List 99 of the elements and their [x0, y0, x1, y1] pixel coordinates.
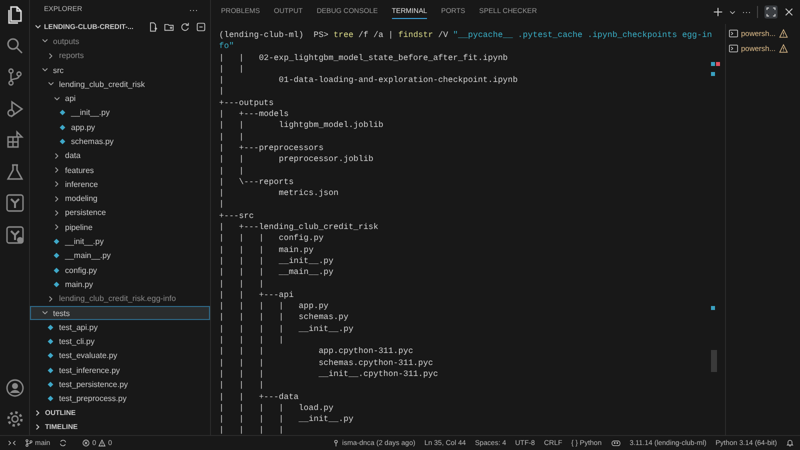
terminal-output-line: | | | | __init__.py [219, 324, 354, 334]
terminal-output-line: | | | app.cpython-311.pyc [219, 347, 414, 356]
terminal-icon [729, 44, 738, 53]
command-text: tree [334, 31, 354, 40]
terminal-output-line: | | +---api [219, 290, 294, 300]
folder-item[interactable]: lending_club_credit_risk [30, 77, 210, 92]
chevron-icon[interactable] [34, 409, 42, 417]
terminal-output-line: | | | main.py [219, 246, 314, 255]
plus-icon[interactable] [713, 7, 723, 17]
flask-icon[interactable] [4, 162, 24, 182]
terminal-icon [729, 29, 738, 38]
terminal-output-line: | | | | app.py [219, 302, 329, 312]
terminal-output-line: | [219, 200, 224, 210]
new-file-icon[interactable] [148, 22, 158, 32]
terminal-output-line: | | [219, 166, 244, 176]
terminal-output-line: | | [219, 64, 244, 74]
warning-icon [778, 44, 788, 53]
settings-icon[interactable] [4, 409, 24, 429]
chevron-icon[interactable] [34, 423, 42, 431]
file-item[interactable]: test_api.py [30, 320, 210, 335]
maximize-icon[interactable] [764, 5, 778, 19]
terminal-output-line: | +---lending_club_credit_risk [219, 223, 378, 232]
warning-icon [778, 29, 788, 38]
run-debug-icon[interactable] [4, 98, 24, 118]
sync-icon[interactable] [59, 439, 68, 447]
terminal-output-line: +---src [219, 212, 254, 221]
pin-icon [332, 439, 340, 447]
copilot-icon[interactable] [610, 439, 621, 447]
terminal-output-line: | | 02-exp_lightgbm_model_state_before_after_fit.ipynb [219, 54, 508, 63]
command-text: /V [437, 31, 450, 40]
folder-item[interactable]: outputs [30, 34, 210, 49]
more-actions[interactable]: ··· [742, 7, 751, 17]
tree-icon[interactable] [4, 224, 24, 244]
terminal-output-line: | | +---data [219, 392, 299, 402]
terminal-output-line: | | | [219, 280, 264, 289]
account-icon[interactable] [4, 378, 24, 398]
terminal-output-line: | | | | __init__.py [219, 415, 354, 424]
new-folder-icon[interactable] [164, 22, 174, 32]
terminal-output-line: | | | | load.py [219, 404, 334, 413]
folder-item[interactable]: modeling [30, 192, 210, 206]
scrollbar-thumb[interactable] [711, 350, 717, 372]
terminal-output-line: | metrics.json [219, 189, 338, 198]
terminal-output-line: | | preprocessor.joblib [219, 155, 374, 164]
folder-item[interactable]: pipeline [30, 220, 210, 234]
file-item[interactable]: __main__.py [30, 248, 210, 264]
file-item[interactable]: schemas.py [30, 134, 210, 149]
terminal-output-line: | | | | [219, 426, 284, 436]
scroll-marker [711, 306, 715, 310]
file-item[interactable]: test_cli.py [30, 334, 210, 349]
command-text: fo" [219, 42, 234, 52]
terminal-output-line: | | | config.py [219, 234, 324, 244]
file-item[interactable]: __init__.py [30, 106, 210, 120]
terminal-output-line: | | | schemas.cpython-311.pyc [219, 358, 434, 368]
bell-icon[interactable] [786, 439, 794, 447]
more-actions[interactable]: ··· [189, 4, 198, 15]
terminal-output-line: | | | | schemas.py [219, 313, 348, 322]
terminal-output-line: | | | __main__.py [219, 268, 334, 278]
folder-item[interactable]: features [30, 162, 210, 178]
terminal-output-line: | | | __init__.py [219, 256, 334, 266]
folder-item[interactable]: persistence [30, 206, 210, 220]
refresh-icon[interactable] [180, 22, 190, 32]
terminal-output-line: +---outputs [219, 98, 274, 108]
scroll-marker [711, 72, 715, 76]
folder-item[interactable]: lending_club_credit_risk.egg-info [30, 292, 210, 306]
terminal-output-line: | [219, 87, 224, 96]
terminal-output-line: | +---models [219, 110, 289, 120]
caret-icon[interactable] [729, 8, 736, 16]
terminal-prompt: (lending-club-ml) PS> [219, 31, 330, 40]
file-item[interactable]: test_inference.py [30, 363, 210, 378]
terminal-output-line: | | | [219, 381, 264, 390]
file-item[interactable]: test_evaluate.py [30, 348, 210, 364]
close-icon[interactable] [784, 7, 794, 17]
extensions-icon[interactable] [4, 130, 24, 150]
terminal-output-line: | | | __init__.cpython-311.pyc [219, 370, 438, 379]
terminal-output-line: | | | | [219, 336, 284, 346]
file-item[interactable]: test_persistence.py [30, 377, 210, 392]
file-item[interactable]: main.py [30, 277, 210, 292]
file-item[interactable]: config.py [30, 263, 210, 278]
folder-item[interactable]: inference [30, 177, 210, 192]
file-item[interactable]: test_preprocess.py [30, 392, 210, 406]
terminal-output-line: | +---preprocessors [219, 144, 324, 153]
terminal-output-line: | 01-data-loading-and-exploration-checkpoint.ipynb [219, 76, 518, 86]
folder-item[interactable]: src [30, 62, 210, 78]
command-text: /f /a | [357, 31, 394, 40]
search-icon[interactable] [4, 36, 24, 56]
command-text: "__pycache__ .pytest_cache .ipynb_checkpoints egg-in [453, 31, 712, 40]
terminal-output-line: | | lightgbm_model.joblib [219, 121, 384, 130]
folder-item[interactable]: api [30, 91, 210, 106]
folder-item[interactable]: tests [30, 306, 210, 320]
tree-icon[interactable] [4, 193, 24, 213]
collapse-icon[interactable] [196, 22, 206, 32]
file-item[interactable]: app.py [30, 120, 210, 134]
file-item[interactable]: __init__.py [30, 234, 210, 249]
terminal-output-line: | | [219, 132, 244, 142]
command-text: findstr [398, 31, 434, 40]
folder-item[interactable]: reports [30, 48, 210, 63]
remote-icon[interactable] [8, 439, 16, 447]
terminal-output-line: | \---reports [219, 178, 294, 187]
folder-item[interactable]: data [30, 148, 210, 163]
